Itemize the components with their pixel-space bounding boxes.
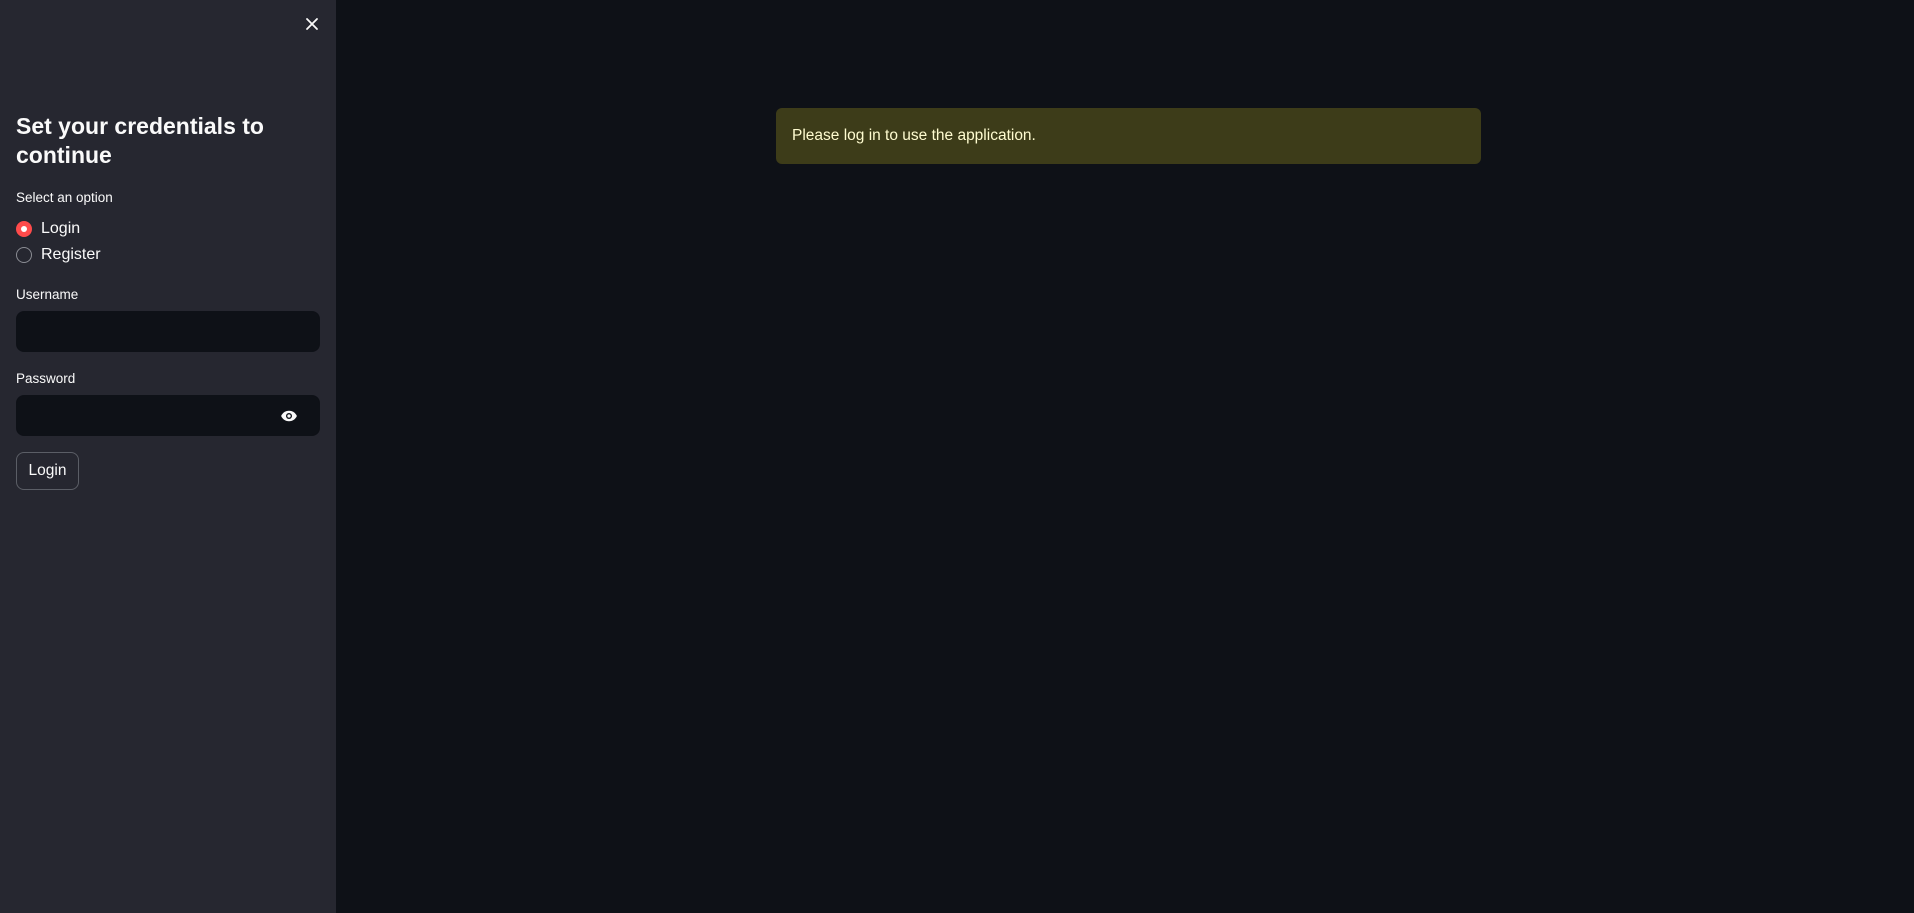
login-button[interactable]: Login	[16, 452, 79, 490]
radio-option-register[interactable]: Register	[16, 244, 101, 266]
radio-label-login: Login	[41, 220, 81, 237]
radio-button-unchecked[interactable]	[16, 247, 32, 263]
main-content: Please log in to use the application.	[336, 0, 1914, 913]
close-icon[interactable]	[302, 14, 322, 34]
eye-icon[interactable]	[279, 407, 299, 425]
radio-option-login[interactable]: Login	[16, 218, 80, 240]
password-field-container	[16, 395, 320, 436]
radio-dot	[21, 226, 27, 232]
password-label: Password	[16, 371, 76, 386]
warning-alert: Please log in to use the application.	[776, 108, 1481, 164]
alert-text: Please log in to use the application.	[792, 127, 1036, 144]
sidebar-title: Set your credentials to continue	[16, 113, 264, 168]
radio-button-checked[interactable]	[16, 221, 32, 237]
username-field-container	[16, 311, 320, 352]
app-root: Set your credentials to continue Select …	[0, 0, 1914, 913]
sidebar: Set your credentials to continue Select …	[0, 0, 336, 913]
radio-label-register: Register	[41, 246, 101, 263]
password-input[interactable]	[17, 396, 319, 435]
radio-group-label: Select an option	[16, 190, 113, 205]
username-label: Username	[16, 287, 79, 302]
username-input[interactable]	[17, 312, 319, 351]
